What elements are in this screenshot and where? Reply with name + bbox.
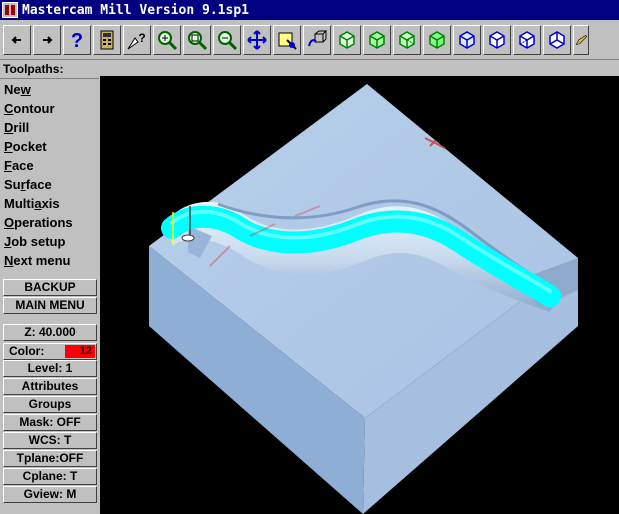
mask-button[interactable]: Mask: OFF — [3, 414, 97, 431]
level-button[interactable]: Level: 1 — [3, 360, 97, 377]
panel-header: Toolpaths: — [3, 62, 64, 76]
menu-item-face[interactable]: Face — [4, 156, 34, 175]
color-button[interactable]: Color: 12 — [3, 343, 97, 360]
arrow-right-icon — [43, 35, 53, 44]
pan-icon — [247, 29, 267, 50]
backup-button[interactable]: BACKUP — [3, 279, 97, 296]
tplane-button[interactable]: Tplane:OFF — [3, 450, 97, 467]
model-view — [149, 84, 578, 514]
select-window-icon — [278, 32, 297, 50]
cube-blue-2-icon — [489, 30, 505, 49]
zoom-icon — [158, 30, 178, 50]
calculator-button[interactable] — [93, 24, 121, 55]
cube-blue-3-icon — [519, 30, 535, 49]
analyze-button[interactable]: ? — [123, 24, 151, 55]
select-window-button[interactable] — [273, 24, 301, 55]
view-top-button[interactable] — [333, 24, 361, 55]
cube-blue-4-icon — [549, 30, 565, 49]
attributes-button[interactable]: Attributes — [3, 378, 97, 395]
tool-start-marker — [181, 234, 195, 242]
view-iso-button[interactable] — [423, 24, 451, 55]
cube-blue-1-icon — [459, 30, 475, 49]
back-button[interactable] — [3, 24, 31, 55]
cube-view-1-button[interactable] — [453, 24, 481, 55]
cube-view-2-button[interactable] — [483, 24, 511, 55]
forward-button[interactable] — [33, 24, 61, 55]
svg-text:?: ? — [71, 30, 83, 52]
menu-item-operations[interactable]: Operations — [4, 213, 73, 232]
graphics-viewport[interactable] — [100, 76, 619, 514]
zoom-button[interactable] — [153, 24, 181, 55]
pencil-icon — [575, 34, 588, 45]
toolpaths-panel: Toolpaths: New Contour Drill Pocket Face… — [0, 60, 100, 514]
menu-item-multiaxis[interactable]: Multiaxis — [4, 194, 60, 213]
rotate-view-icon — [308, 30, 328, 46]
unzoom-icon — [188, 30, 208, 50]
cube-view-4-button[interactable] — [543, 24, 571, 55]
view-front-button[interactable] — [363, 24, 391, 55]
menu-item-pocket[interactable]: Pocket — [4, 137, 47, 156]
view-top-icon — [339, 30, 355, 49]
mastercam-app-icon[interactable] — [2, 2, 18, 18]
analyze-icon: ? — [127, 31, 146, 49]
menu-item-job-setup[interactable]: Job setup — [4, 232, 65, 251]
view-iso-icon — [429, 30, 445, 49]
zoom-fit-button[interactable] — [213, 24, 241, 55]
groups-button[interactable]: Groups — [3, 396, 97, 413]
menu-item-drill[interactable]: Drill — [4, 118, 29, 137]
view-side-icon — [399, 30, 415, 49]
menu-item-surface[interactable]: Surface — [4, 175, 52, 194]
view-side-button[interactable] — [393, 24, 421, 55]
cube-view-3-button[interactable] — [513, 24, 541, 55]
calculator-icon — [100, 30, 114, 49]
toolbar: ? ? — [0, 20, 619, 60]
view-front-icon — [369, 30, 385, 49]
color-swatch: 12 — [65, 345, 95, 358]
pencil-button[interactable] — [573, 24, 589, 55]
menu-item-next-menu[interactable]: Next menu — [4, 251, 70, 270]
gview-button[interactable]: Gview: M — [3, 486, 97, 503]
help-button[interactable]: ? — [63, 24, 91, 55]
wcs-button[interactable]: WCS: T — [3, 432, 97, 449]
pan-button[interactable] — [243, 24, 271, 55]
menu-item-contour[interactable]: Contour — [4, 99, 55, 118]
zoom-fit-icon — [218, 30, 238, 50]
main-menu-button[interactable]: MAIN MENU — [3, 297, 97, 314]
rotate-view-button[interactable] — [303, 24, 331, 55]
cplane-button[interactable]: Cplane: T — [3, 468, 97, 485]
unzoom-button[interactable] — [183, 24, 211, 55]
svg-text:?: ? — [138, 31, 145, 45]
z-depth-button[interactable]: Z: 40.000 — [3, 324, 97, 341]
menu-item-new[interactable]: New — [4, 80, 31, 99]
color-label: Color: — [9, 344, 45, 358]
title-bar: Mastercam Mill Version 9.1sp1 — [0, 0, 619, 20]
help-icon: ? — [71, 30, 83, 52]
arrow-left-icon — [11, 35, 21, 44]
window-title: Mastercam Mill Version 9.1sp1 — [22, 2, 249, 18]
